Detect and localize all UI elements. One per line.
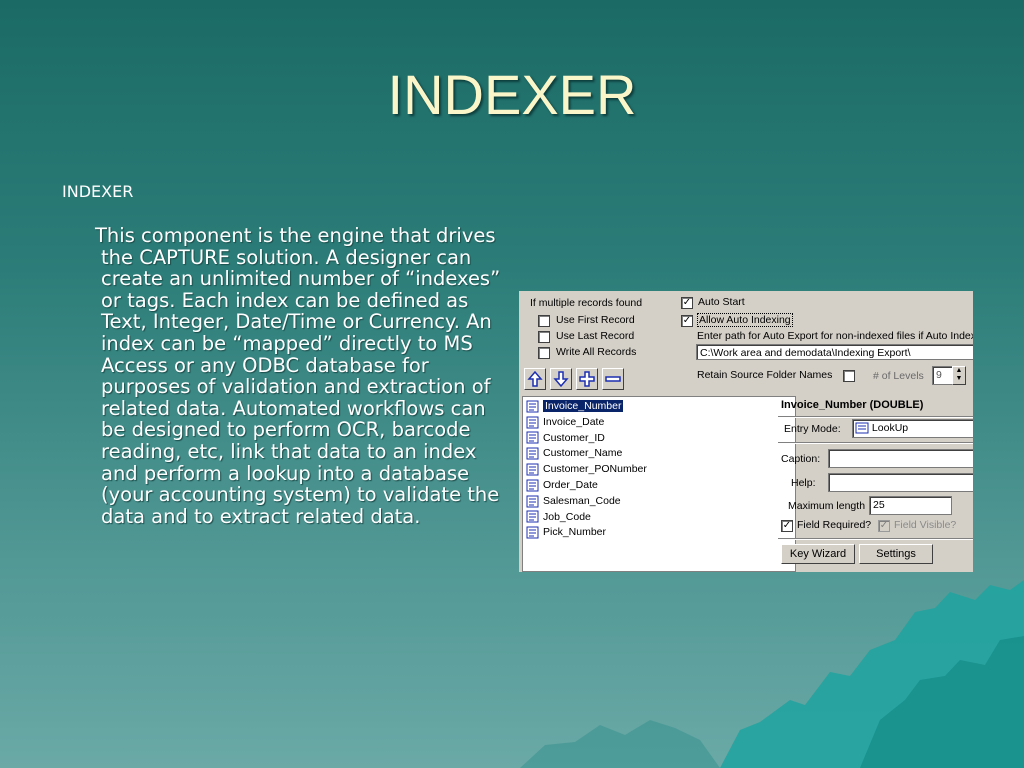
help-label: Help: — [791, 477, 816, 489]
index-list-item-label: Invoice_Date — [543, 415, 605, 428]
index-list-item[interactable]: Job_Code — [526, 510, 591, 525]
index-list-item[interactable]: Customer_PONumber — [526, 462, 647, 477]
retain-folder-label: Retain Source Folder Names — [697, 369, 833, 381]
plus-icon — [579, 371, 595, 387]
entry-mode-value: LookUp — [871, 422, 909, 434]
settings-button[interactable]: Settings — [859, 544, 933, 564]
index-list-item[interactable]: Pick_Number — [526, 525, 606, 540]
divider — [778, 416, 973, 418]
field-required-checkbox[interactable]: ✓ — [781, 520, 793, 532]
indexer-app-window: If multiple records found Use First Reco… — [519, 291, 973, 572]
index-list-item-label: Salesman_Code — [543, 494, 621, 507]
field-visible-checkbox[interactable]: ✓ — [878, 520, 890, 532]
multiple-records-label: If multiple records found — [530, 297, 643, 309]
help-input[interactable] — [828, 473, 973, 492]
index-field-icon — [526, 431, 539, 444]
max-length-input[interactable]: 25 — [869, 496, 952, 515]
index-list-item-label: Order_Date — [543, 479, 598, 491]
arrow-up-icon — [527, 370, 543, 387]
divider — [778, 442, 973, 444]
index-list-item-label: Customer_PONumber — [543, 463, 647, 476]
lookup-icon — [855, 422, 869, 434]
auto-export-label: Enter path for Auto Export for non-index… — [697, 330, 973, 342]
index-list-item[interactable]: Customer_Name — [526, 446, 622, 461]
arrow-down-icon — [553, 371, 569, 388]
caption-label: Caption: — [781, 453, 821, 465]
add-index-button[interactable] — [576, 368, 598, 390]
caption-input[interactable] — [828, 449, 973, 468]
index-field-icon — [526, 400, 539, 413]
index-field-icon — [526, 510, 539, 523]
index-field-icon — [526, 495, 539, 508]
write-all-records-checkbox[interactable] — [538, 347, 550, 359]
levels-spinner[interactable]: ▲ ▼ — [952, 366, 966, 385]
allow-auto-indexing-checkbox[interactable]: ✓ — [681, 315, 693, 327]
index-field-icon — [526, 447, 539, 460]
slide-title: INDEXER — [387, 63, 637, 126]
detail-header: Invoice_Number (DOUBLE) — [781, 399, 924, 411]
auto-start-label: Auto Start — [698, 296, 745, 308]
use-first-record-label: Use First Record — [556, 314, 635, 326]
field-visible-label: Field Visible? — [894, 519, 957, 531]
use-last-record-label: Use Last Record — [556, 330, 635, 342]
export-path-input[interactable]: C:\Work area and demodata\Indexing Expor… — [696, 344, 973, 360]
index-list-item[interactable]: Invoice_Number — [526, 399, 624, 414]
index-field-icon — [526, 416, 539, 429]
use-first-record-checkbox[interactable] — [538, 315, 550, 327]
allow-auto-indexing-label: Allow Auto Indexing — [697, 313, 793, 327]
auto-start-checkbox[interactable]: ✓ — [681, 297, 693, 309]
levels-label: # of Levels — [873, 370, 924, 382]
use-last-record-checkbox[interactable] — [538, 331, 550, 343]
index-list[interactable]: Invoice_Number Invoice_Date Customer_ID Cus… — [522, 396, 796, 572]
index-field-icon — [526, 526, 539, 539]
index-list-item-label: Job_Code — [543, 510, 591, 523]
retain-folder-checkbox[interactable] — [843, 370, 855, 382]
index-list-item-label: Pick_Number — [543, 526, 607, 539]
levels-input[interactable]: 9 — [932, 366, 954, 385]
index-list-item-label: Customer_ID — [543, 431, 605, 444]
bullet-heading: INDEXER — [62, 182, 134, 201]
entry-mode-label: Entry Mode: — [784, 423, 841, 435]
max-length-label: Maximum length — [788, 500, 866, 512]
index-list-item[interactable]: Customer_ID — [526, 431, 605, 446]
arrow-down-button[interactable] — [550, 368, 572, 390]
field-required-label: Field Required? — [797, 519, 872, 531]
index-field-icon — [526, 463, 539, 476]
remove-index-button[interactable] — [602, 368, 624, 390]
entry-mode-select[interactable]: LookUp — [852, 419, 973, 438]
minus-icon — [605, 376, 621, 382]
divider — [778, 538, 973, 540]
index-list-item[interactable]: Salesman_Code — [526, 494, 621, 509]
body-paragraph: This component is the engine that drives… — [95, 224, 501, 528]
arrow-up-button[interactable] — [524, 368, 546, 390]
index-field-icon — [526, 479, 539, 492]
index-list-item[interactable]: Invoice_Date — [526, 415, 604, 430]
write-all-records-label: Write All Records — [556, 346, 637, 358]
index-list-item-label: Invoice_Number — [543, 400, 624, 412]
key-wizard-button[interactable]: Key Wizard — [781, 544, 855, 564]
index-list-item[interactable]: Order_Date — [526, 478, 598, 493]
index-list-item-label: Customer_Name — [543, 447, 623, 460]
